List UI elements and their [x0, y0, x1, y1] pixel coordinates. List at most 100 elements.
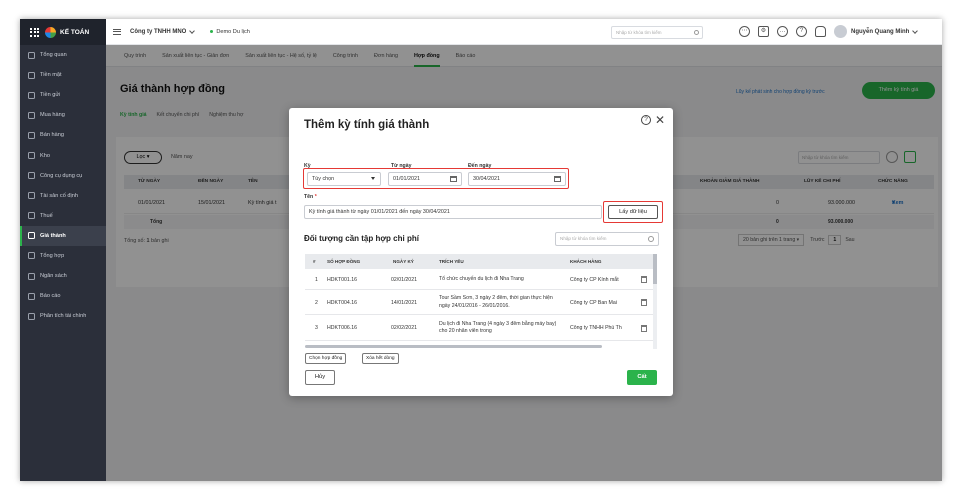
- close-icon[interactable]: ✕: [655, 113, 665, 127]
- shopping-bag-icon: [28, 111, 35, 119]
- report-icon: [28, 292, 35, 300]
- choose-contract-button[interactable]: Chọn hợp đồng: [305, 353, 347, 364]
- col-summary: TRÍCH YẾU: [439, 259, 464, 264]
- cost-icon: [28, 232, 35, 240]
- contract-search-input[interactable]: Nhập từ khóa tìm kiếm: [555, 232, 659, 246]
- more-icon[interactable]: ⋯: [739, 26, 750, 37]
- sidebar-item-label: Tiền gửi: [40, 92, 61, 99]
- search-icon[interactable]: [694, 29, 699, 35]
- dialog-title: Thêm kỳ tính giá thành: [304, 119, 430, 131]
- menu-icon[interactable]: [113, 27, 121, 36]
- chevron-down-icon[interactable]: [189, 27, 196, 34]
- col-customer: KHÁCH HÀNG: [570, 259, 602, 264]
- demo-label: Demo Du lịch: [216, 28, 250, 35]
- col-date: NGÀY KÝ: [393, 259, 414, 264]
- cell-date: 02/01/2021: [391, 276, 417, 283]
- sidebar-item[interactable]: Thuế: [20, 206, 106, 226]
- col-index: #: [313, 259, 316, 264]
- vertical-scrollbar[interactable]: [653, 254, 657, 349]
- sidebar-item-label: Tiền mặt: [40, 72, 62, 79]
- help-icon[interactable]: ?: [796, 26, 807, 37]
- sidebar-item[interactable]: Tổng quan: [20, 45, 106, 65]
- name-label-text: Tên: [304, 194, 314, 200]
- caret-down-icon: [371, 177, 375, 180]
- cell-contract: HDKT004.16: [327, 299, 357, 306]
- get-data-button[interactable]: Lấy dữ liệu: [608, 205, 658, 219]
- chat-icon[interactable]: …: [777, 26, 788, 37]
- search-icon[interactable]: [648, 236, 654, 242]
- user-name: Nguyễn Quang Minh: [851, 28, 910, 35]
- sidebar-item-label: Tổng hợp: [40, 252, 65, 259]
- to-date-input[interactable]: 30/04/2021: [468, 172, 566, 186]
- gear-icon[interactable]: ⚙: [758, 26, 769, 37]
- trash-icon[interactable]: [641, 299, 647, 306]
- sidebar-item[interactable]: Công cụ dụng cụ: [20, 166, 106, 186]
- app-grid-icon[interactable]: [30, 27, 39, 37]
- help-icon[interactable]: ?: [641, 115, 651, 125]
- sidebar-item[interactable]: Tiền mặt: [20, 65, 106, 85]
- sidebar-item[interactable]: Tổng hợp: [20, 246, 106, 266]
- cash-icon: [28, 71, 35, 79]
- period-select[interactable]: Tùy chọn: [307, 172, 381, 186]
- to-date-value: 30/04/2021: [473, 176, 500, 182]
- add-cost-period-dialog: Thêm kỳ tính giá thành ? ✕ Kỳ Từ ngày Đế…: [289, 108, 673, 396]
- section-title: Đối tượng cần tập hợp chi phí: [304, 234, 419, 243]
- sidebar-item[interactable]: Tài sản cố định: [20, 186, 106, 206]
- calendar-icon[interactable]: [554, 176, 561, 182]
- contract-grid: # SỐ HỢP ĐỒNG NGÀY KÝ TRÍCH YẾU KHÁCH HÀ…: [305, 254, 657, 349]
- sidebar-item[interactable]: Mua hàng: [20, 105, 106, 125]
- bell-icon[interactable]: [815, 26, 826, 37]
- sidebar-item[interactable]: Kho: [20, 145, 106, 165]
- name-input[interactable]: Kỳ tính giá thành từ ngày 01/01/2021 đến…: [304, 205, 602, 219]
- sidebar-item-label: Công cụ dụng cụ: [40, 172, 83, 179]
- clear-rows-button[interactable]: Xóa hết dòng: [362, 353, 399, 364]
- save-button[interactable]: Cất: [627, 370, 657, 385]
- sidebar-item-label: Phân tích tài chính: [40, 313, 87, 320]
- cell-summary: Tổ chức chuyến du lịch đi Nha Trang: [439, 275, 524, 282]
- cart-icon: [28, 131, 35, 139]
- avatar: [834, 25, 847, 38]
- sidebar-item-label: Mua hàng: [40, 112, 65, 119]
- grid-row[interactable]: 3 HDKT006.16 02/02/2021 Du lịch đi Nha Tran…: [305, 315, 653, 341]
- sidebar-item[interactable]: Giá thành: [20, 225, 106, 246]
- user-menu[interactable]: Nguyễn Quang Minh: [834, 25, 921, 38]
- grid-header: # SỐ HỢP ĐỒNG NGÀY KÝ TRÍCH YẾU KHÁCH HÀ…: [305, 254, 653, 269]
- cell-customer: Công ty CP Kính mắt: [570, 276, 619, 283]
- search-placeholder: Nhập từ khóa tìm kiếm: [560, 236, 607, 241]
- sidebar: KẾ TOÁN Tổng quan Tiền mặt Tiền gửi Mua hàn…: [20, 19, 106, 481]
- app-logo[interactable]: KẾ TOÁN: [20, 19, 106, 45]
- from-date-input[interactable]: 01/01/2021: [388, 172, 462, 186]
- from-date-value: 01/01/2021: [393, 176, 420, 182]
- trash-icon[interactable]: [641, 276, 647, 283]
- sidebar-item[interactable]: Phân tích tài chính: [20, 306, 106, 326]
- scroll-thumb[interactable]: [653, 254, 657, 284]
- company-selector[interactable]: Công ty TNHH MNO: [130, 29, 186, 35]
- delete-row-button[interactable]: [641, 290, 647, 315]
- tax-icon: [28, 212, 35, 220]
- grid-row[interactable]: 1 HDKT001.16 02/01/2021 Tổ chức chuyến du l…: [305, 269, 653, 290]
- topbar: Công ty TNHH MNO Demo Du lịch Nhập từ kh…: [106, 19, 942, 45]
- tools-icon: [28, 172, 35, 180]
- cell-summary: Tour Sầm Sơn, 3 ngày 2 đêm, thời gian th…: [439, 295, 553, 309]
- calendar-icon[interactable]: [450, 176, 457, 182]
- delete-row-button[interactable]: [641, 269, 647, 290]
- col-contract: SỐ HỢP ĐỒNG: [327, 259, 361, 264]
- cell-date: 02/02/2021: [391, 325, 417, 331]
- logo-icon: [45, 26, 56, 38]
- sidebar-item[interactable]: Ngân sách: [20, 266, 106, 286]
- name-label: Tên *: [304, 194, 317, 200]
- demo-selector[interactable]: Demo Du lịch: [210, 29, 250, 35]
- delete-row-button[interactable]: [641, 315, 647, 341]
- cancel-button[interactable]: Hủy: [305, 370, 335, 385]
- sidebar-item[interactable]: Tiền gửi: [20, 85, 106, 105]
- cell-contract: HDKT001.16: [327, 276, 357, 283]
- sidebar-item-label: Tổng quan: [40, 52, 67, 59]
- sidebar-item-label: Bán hàng: [40, 132, 64, 139]
- search-placeholder: Nhập từ khóa tìm kiếm: [616, 30, 662, 35]
- sidebar-item[interactable]: Báo cáo: [20, 286, 106, 306]
- horizontal-scrollbar[interactable]: [305, 345, 602, 348]
- grid-row[interactable]: 2 HDKT004.16 14/01/2021 Tour Sầm Sơn, 3 ngà…: [305, 290, 653, 315]
- global-search-input[interactable]: Nhập từ khóa tìm kiếm: [611, 26, 703, 39]
- trash-icon[interactable]: [641, 324, 647, 332]
- sidebar-item[interactable]: Bán hàng: [20, 125, 106, 145]
